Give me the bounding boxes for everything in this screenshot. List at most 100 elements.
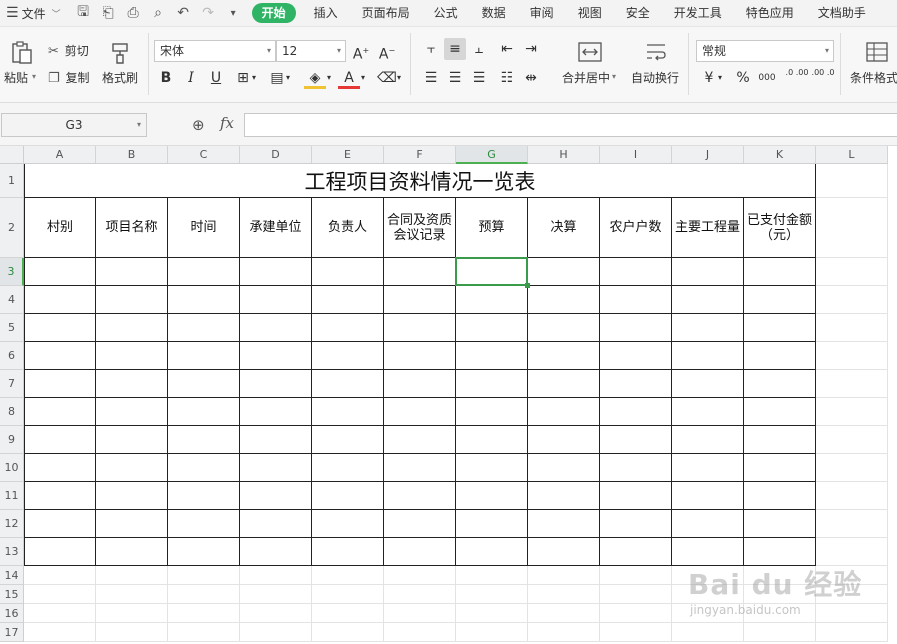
row-header-6[interactable]: 6 [0, 342, 24, 370]
cell-L12[interactable] [816, 510, 888, 538]
cell-I11[interactable] [600, 482, 672, 510]
cell-D14[interactable] [240, 566, 312, 585]
cell-style-dropdown-icon[interactable]: ▾ [283, 67, 293, 89]
tab-5[interactable]: 审阅 [518, 0, 566, 26]
cell-E4[interactable] [312, 286, 384, 314]
print-icon[interactable]: ⎙ [121, 5, 146, 21]
cell-A7[interactable] [24, 370, 96, 398]
cell-A3[interactable] [24, 258, 96, 286]
header-cell-F[interactable]: 合同及资质 会议记录 [384, 198, 456, 258]
row-header-7[interactable]: 7 [0, 370, 24, 398]
cell-C8[interactable] [168, 398, 240, 426]
header-cell-D[interactable]: 承建单位 [240, 198, 312, 258]
column-header-E[interactable]: E [312, 146, 384, 164]
column-header-D[interactable]: D [240, 146, 312, 164]
header-cell-C[interactable]: 时间 [168, 198, 240, 258]
wrap-text-button[interactable]: 自动换行 [628, 41, 684, 97]
tab-9[interactable]: 特色应用 [734, 0, 806, 26]
percent-icon[interactable]: % [732, 67, 754, 89]
cell-B4[interactable] [96, 286, 168, 314]
cell-I9[interactable] [600, 426, 672, 454]
cell-A4[interactable] [24, 286, 96, 314]
cell-F9[interactable] [384, 426, 456, 454]
cell-C11[interactable] [168, 482, 240, 510]
cell-L4[interactable] [816, 286, 888, 314]
cell-B13[interactable] [96, 538, 168, 566]
cell-E9[interactable] [312, 426, 384, 454]
cell-B17[interactable] [96, 623, 168, 642]
column-header-B[interactable]: B [96, 146, 168, 164]
cell-C15[interactable] [168, 585, 240, 604]
column-header-G[interactable]: G [456, 146, 528, 164]
cell-D11[interactable] [240, 482, 312, 510]
row-header-5[interactable]: 5 [0, 314, 24, 342]
header-cell-E[interactable]: 负责人 [312, 198, 384, 258]
file-menu[interactable]: ☰ 文件 ﹀ [0, 0, 67, 26]
column-header-F[interactable]: F [384, 146, 456, 164]
cell-E14[interactable] [312, 566, 384, 585]
header-cell-I[interactable]: 农户户数 [600, 198, 672, 258]
cell-K3[interactable] [744, 258, 816, 286]
cell-H5[interactable] [528, 314, 600, 342]
header-cell-J[interactable]: 主要工程量 [672, 198, 744, 258]
cell-D17[interactable] [240, 623, 312, 642]
cell-J11[interactable] [672, 482, 744, 510]
cell-L8[interactable] [816, 398, 888, 426]
tab-10[interactable]: 文档助手 [806, 0, 878, 26]
cell-I7[interactable] [600, 370, 672, 398]
bold-icon[interactable]: B [155, 67, 177, 89]
cell-H3[interactable] [528, 258, 600, 286]
cell-H8[interactable] [528, 398, 600, 426]
row-header-10[interactable]: 10 [0, 454, 24, 482]
font-color-icon[interactable]: A [338, 67, 360, 89]
cell-B6[interactable] [96, 342, 168, 370]
cell-C17[interactable] [168, 623, 240, 642]
cell-C10[interactable] [168, 454, 240, 482]
column-header-A[interactable]: A [24, 146, 96, 164]
cell-E5[interactable] [312, 314, 384, 342]
cell-G6[interactable] [456, 342, 528, 370]
paste-button[interactable]: 粘贴 ▾ [4, 41, 40, 97]
header-cell-G[interactable]: 预算 [456, 198, 528, 258]
cell-H7[interactable] [528, 370, 600, 398]
cell-C16[interactable] [168, 604, 240, 623]
column-header-L[interactable]: L [816, 146, 888, 164]
cell-G9[interactable] [456, 426, 528, 454]
cell-L6[interactable] [816, 342, 888, 370]
cell-F16[interactable] [384, 604, 456, 623]
cell-F15[interactable] [384, 585, 456, 604]
number-format-select[interactable]: 常规 ▾ [696, 40, 834, 62]
cell-I3[interactable] [600, 258, 672, 286]
cell-F5[interactable] [384, 314, 456, 342]
cell-B12[interactable] [96, 510, 168, 538]
redo-icon[interactable]: ↷ [196, 5, 221, 21]
cell-F3[interactable] [384, 258, 456, 286]
cell-B5[interactable] [96, 314, 168, 342]
fx-icon[interactable]: fx [220, 114, 234, 132]
cell-C9[interactable] [168, 426, 240, 454]
cell-G15[interactable] [456, 585, 528, 604]
cell-H16[interactable] [528, 604, 600, 623]
cell-D4[interactable] [240, 286, 312, 314]
cell-C13[interactable] [168, 538, 240, 566]
column-header-I[interactable]: I [600, 146, 672, 164]
header-cell-A[interactable]: 村别 [24, 198, 96, 258]
cell-E17[interactable] [312, 623, 384, 642]
cell-H13[interactable] [528, 538, 600, 566]
column-header-K[interactable]: K [744, 146, 816, 164]
cell-E16[interactable] [312, 604, 384, 623]
cell-G17[interactable] [456, 623, 528, 642]
zoom-icon[interactable]: ⊕ [192, 116, 205, 134]
eraser-dropdown-icon[interactable]: ▾ [394, 67, 404, 89]
row-header-14[interactable]: 14 [0, 566, 24, 585]
row-header-8[interactable]: 8 [0, 398, 24, 426]
cell-F11[interactable] [384, 482, 456, 510]
cell-D6[interactable] [240, 342, 312, 370]
font-color-dropdown-icon[interactable]: ▾ [358, 67, 368, 89]
cell-C6[interactable] [168, 342, 240, 370]
cell-E6[interactable] [312, 342, 384, 370]
decrease-decimal-icon[interactable]: .00 .0 [810, 67, 836, 89]
cell-G14[interactable] [456, 566, 528, 585]
row-header-16[interactable]: 16 [0, 604, 24, 623]
cell-K7[interactable] [744, 370, 816, 398]
